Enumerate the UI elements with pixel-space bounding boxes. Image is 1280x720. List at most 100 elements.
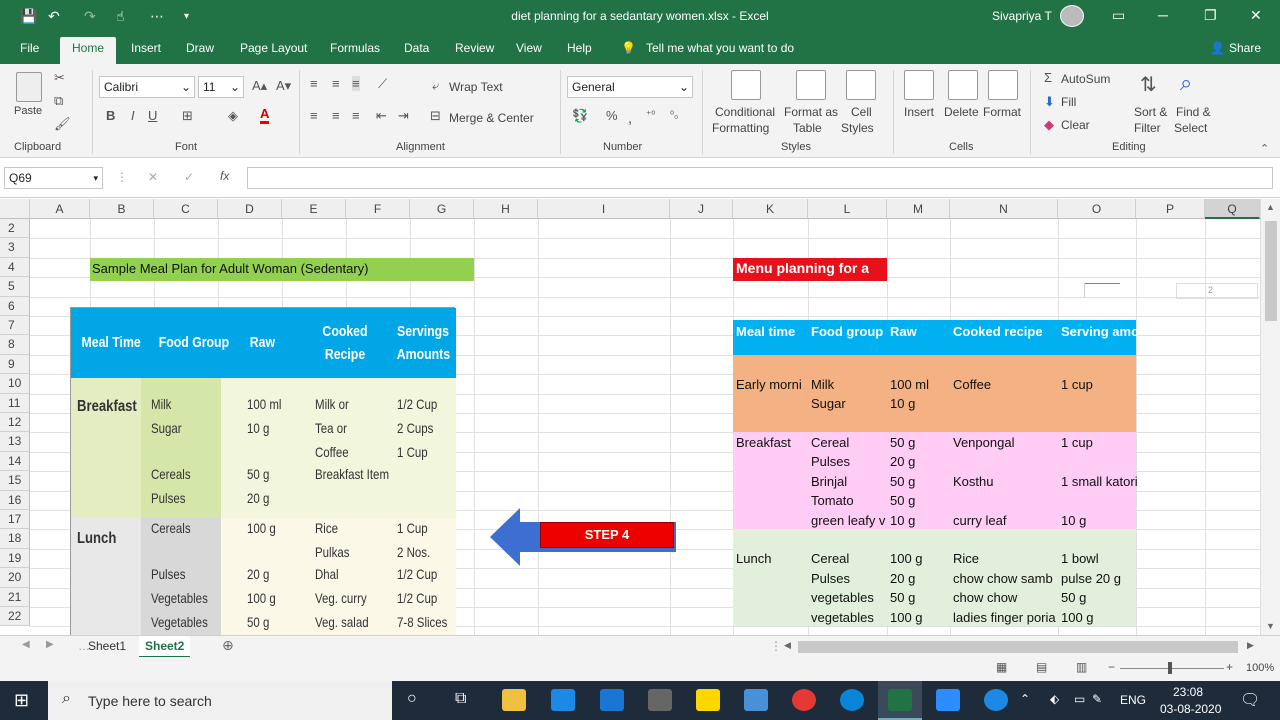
calculator-icon[interactable] — [744, 689, 768, 711]
conditional-formatting-button[interactable]: Conditional — [715, 105, 775, 119]
menu-cell-o19[interactable]: 1 bowl — [1059, 549, 1149, 568]
font-name-box[interactable]: Calibri ⌄ — [99, 76, 195, 98]
task-view-icon[interactable]: ⧉ — [455, 690, 466, 708]
conditional-formatting-icon[interactable] — [731, 70, 761, 100]
page-break-view-icon[interactable]: ▥ — [1076, 660, 1087, 674]
excel-taskbar-button[interactable] — [878, 681, 922, 720]
zoom-out-icon[interactable]: − — [1108, 660, 1115, 674]
windows-start-icon[interactable]: ⊞ — [14, 690, 29, 711]
menu-cell-k13[interactable]: Breakfast — [734, 433, 809, 452]
avatar[interactable] — [1060, 5, 1084, 27]
zoom-slider-handle[interactable] — [1168, 662, 1172, 674]
edge-icon[interactable] — [840, 689, 864, 711]
number-format-box[interactable]: General ⌄ — [567, 76, 693, 98]
underline-icon[interactable]: U — [148, 108, 157, 123]
row-header-7[interactable]: 7 — [0, 316, 30, 336]
formula-input[interactable] — [247, 167, 1273, 189]
menu-header-m[interactable]: Raw — [888, 322, 951, 341]
sort-filter-button[interactable]: Sort & — [1134, 105, 1167, 119]
increase-decimal-icon[interactable]: ⁺⁰ — [646, 110, 655, 121]
merge-center-button[interactable]: Merge & Center — [449, 111, 534, 125]
language-indicator[interactable]: ENG — [1120, 693, 1146, 707]
menu-cell-l15[interactable]: Brinjal — [809, 472, 888, 491]
eraser-icon[interactable]: ◆ — [1044, 117, 1054, 133]
menu-cell-m19[interactable]: 100 g — [888, 549, 951, 568]
menu-cell-m11[interactable]: 10 g — [888, 394, 951, 413]
autosum-button[interactable]: AutoSum — [1061, 72, 1110, 86]
enter-icon[interactable]: ✓ — [184, 170, 194, 184]
column-header-n[interactable]: N — [950, 199, 1058, 219]
delete-cells-icon[interactable] — [948, 70, 978, 100]
cut-icon[interactable]: ✂ — [54, 70, 65, 86]
clock-time[interactable]: 23:08 — [1173, 685, 1203, 699]
merge-icon[interactable]: ⊟ — [430, 108, 441, 124]
menu-cell-l11[interactable]: Sugar — [809, 394, 888, 413]
restore-icon[interactable]: ❐ — [1204, 7, 1217, 24]
row-header-2[interactable]: 2 — [0, 219, 30, 239]
menu-cell-o22[interactable]: 100 g — [1059, 608, 1149, 627]
cancel-icon[interactable]: ✕ — [148, 170, 158, 184]
menu-cell-n17[interactable]: curry leaf — [951, 511, 1059, 530]
app-icon-2[interactable] — [648, 689, 672, 711]
row-header-16[interactable]: 16 — [0, 490, 30, 510]
menu-cell-l10[interactable]: Milk — [809, 375, 888, 394]
add-sheet-icon[interactable]: ⊕ — [222, 637, 234, 654]
menu-cell-m20[interactable]: 20 g — [888, 569, 951, 588]
step-4-arrow[interactable]: STEP 4 — [490, 508, 676, 566]
bold-icon[interactable]: B — [106, 108, 115, 123]
sort-filter-icon[interactable]: ⇅ — [1140, 72, 1157, 97]
menu-cell-o13[interactable]: 1 cup — [1059, 433, 1149, 452]
prev-sheet-icon[interactable]: ◀ — [22, 639, 30, 650]
decrease-decimal-icon[interactable]: ⁰₀ — [670, 110, 678, 121]
cell-styles-button[interactable]: Cell — [851, 105, 872, 119]
menu-cell-m15[interactable]: 50 g — [888, 472, 951, 491]
row-header-20[interactable]: 20 — [0, 568, 30, 588]
menu-cell-l17[interactable]: green leafy v — [809, 511, 888, 530]
menu-planning-title[interactable]: Menu planning for a — [733, 258, 887, 281]
chrome-icon[interactable] — [792, 689, 816, 711]
minimize-icon[interactable]: ─ — [1158, 7, 1168, 23]
menu-cell-n21[interactable]: chow chow — [951, 588, 1059, 607]
menu-cell-o15[interactable]: 1 small katori — [1059, 472, 1149, 491]
column-header-m[interactable]: M — [887, 199, 950, 219]
row-header-21[interactable]: 21 — [0, 587, 30, 607]
align-top-icon[interactable]: ≡ — [310, 76, 318, 91]
menu-cell-k10[interactable]: Early morni — [734, 375, 809, 394]
tab-help[interactable]: Help — [567, 41, 592, 55]
row-header-8[interactable]: 8 — [0, 335, 30, 355]
insert-function-icon[interactable]: fx — [220, 169, 229, 183]
tab-home[interactable]: Home — [60, 37, 117, 64]
sheet-tab-sheet2[interactable]: Sheet2 — [139, 636, 191, 658]
menu-cell-o20[interactable]: pulse 20 g — [1059, 569, 1149, 588]
menu-cell-m10[interactable]: 100 ml — [888, 375, 951, 394]
title-cell-b4[interactable]: Sample Meal Plan for Adult Woman (Sedent… — [90, 258, 474, 281]
normal-view-icon[interactable]: ▦ — [996, 660, 1007, 674]
file-explorer-icon[interactable] — [502, 689, 526, 711]
insert-cells-icon[interactable] — [904, 70, 934, 100]
taskbar-search[interactable]: ⌕ Type here to search — [48, 681, 392, 720]
format-cells-icon[interactable] — [988, 70, 1018, 100]
column-header-i[interactable]: I — [538, 199, 670, 219]
close-icon[interactable]: ✕ — [1250, 7, 1262, 24]
select-all-corner[interactable] — [0, 199, 30, 219]
format-as-table-button[interactable]: Format as — [784, 105, 838, 119]
ribbon-display-icon[interactable]: ▭ — [1112, 7, 1125, 24]
clear-button[interactable]: Clear — [1061, 118, 1090, 132]
tab-view[interactable]: View — [516, 41, 542, 55]
zoom-slider[interactable] — [1120, 668, 1224, 669]
column-header-f[interactable]: F — [346, 199, 410, 219]
increase-indent-icon[interactable]: ⇥ — [398, 108, 409, 124]
row-header-4[interactable]: 4 — [0, 257, 30, 278]
align-middle-icon[interactable]: ≡ — [332, 76, 340, 91]
menu-cell-l13[interactable]: Cereal — [809, 433, 888, 452]
help-icon[interactable] — [984, 689, 1008, 711]
column-header-h[interactable]: H — [474, 199, 538, 219]
percent-icon[interactable]: % — [606, 108, 618, 123]
column-header-l[interactable]: L — [808, 199, 887, 219]
scroll-right-icon[interactable]: ▶ — [1247, 640, 1254, 651]
row-header-14[interactable]: 14 — [0, 451, 30, 472]
font-size-box[interactable]: 11 ⌄ — [198, 76, 244, 98]
menu-header-n[interactable]: Cooked recipe — [951, 322, 1059, 341]
menu-cell-m14[interactable]: 20 g — [888, 452, 951, 471]
insert-cells-button[interactable]: Insert — [904, 105, 934, 119]
